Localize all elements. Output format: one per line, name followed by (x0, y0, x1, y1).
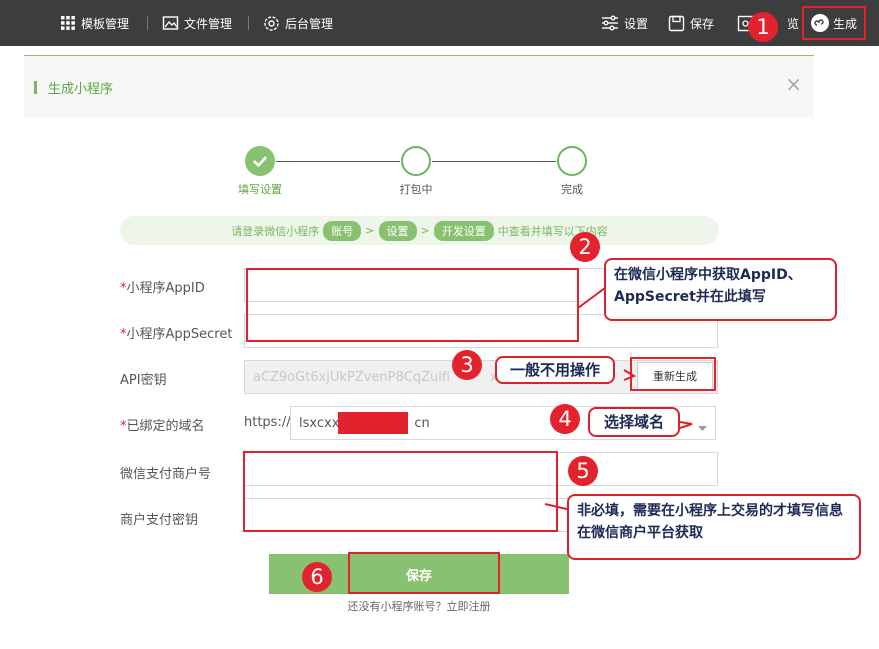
annotation-badge-5: 5 (568, 456, 598, 486)
highlight-regenerate (630, 357, 716, 391)
annotation-badge-1: 1 (748, 12, 778, 42)
annotation-badge-2: 2 (570, 232, 600, 262)
page: 模板管理 文件管理 后台管理 设置 保存 览 生成 生成小程序 × 填写设置 打… (0, 0, 879, 649)
highlight-save (348, 552, 500, 594)
annotation-badge-4: 4 (550, 404, 580, 434)
annotation-badge-3: 3 (452, 350, 482, 380)
highlight-appid-appsecret (246, 268, 579, 342)
highlight-merchant (243, 451, 558, 532)
callout-select-domain: 选择域名 (588, 407, 680, 437)
callout-merchant: 非必填，需要在小程序上交易的才填写信息在微信商户平台获取 (567, 494, 861, 560)
callout-no-action: 一般不用操作 (495, 356, 615, 384)
callout-appid: 在微信小程序中获取AppID、AppSecret并在此填写 (604, 258, 837, 321)
annotation-badge-6: 6 (302, 562, 332, 592)
